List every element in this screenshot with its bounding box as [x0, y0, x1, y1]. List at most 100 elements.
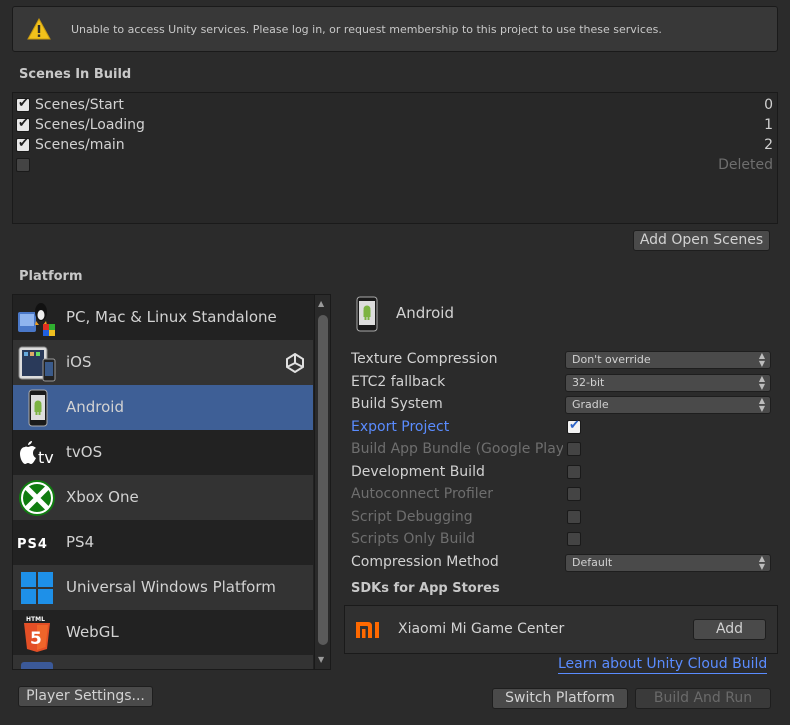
ios-device-icon — [18, 346, 56, 382]
scene-name: Scenes/Start — [35, 97, 124, 113]
setting-build-system: Build System Gradle ▲ ▼ — [351, 395, 771, 415]
scene-row-loading[interactable]: Scenes/Loading 1 — [13, 115, 777, 135]
platform-header: Platform — [19, 269, 83, 284]
platform-item-partial[interactable]: f — [13, 655, 313, 670]
platform-label: WebGL — [66, 623, 119, 641]
setting-etc2-fallback: ETC2 fallback 32-bit ▲ ▼ — [351, 373, 771, 393]
html5-icon: HTML 5 — [24, 616, 50, 652]
script-debugging-checkbox[interactable] — [567, 510, 581, 524]
svg-text:PS4: PS4 — [17, 537, 48, 552]
platform-label: PS4 — [66, 533, 95, 551]
setting-texture-compression: Texture Compression Don't override ▲ ▼ — [351, 350, 771, 370]
platform-item-ps4[interactable]: PS4 PS4 — [13, 520, 313, 565]
android-device-icon — [28, 389, 48, 427]
build-system-dropdown[interactable]: Gradle ▲ ▼ — [565, 396, 771, 414]
sdk-xiaomi-row: Xiaomi Mi Game Center Add — [344, 605, 778, 654]
setting-compression-method: Compression Method Default ▲ ▼ — [351, 553, 771, 573]
setting-development-build: Development Build — [351, 463, 771, 483]
facebook-icon: f — [21, 662, 53, 670]
platform-item-xbox[interactable]: Xbox One — [13, 475, 313, 520]
setting-label: Build App Bundle (Google Play) — [351, 441, 563, 457]
scenes-list[interactable]: Scenes/Start 0 Scenes/Loading 1 Scenes/m… — [12, 92, 778, 224]
services-warning-bar: Unable to access Unity services. Please … — [12, 6, 778, 52]
scene-checkbox[interactable] — [16, 96, 30, 112]
export-project-checkbox[interactable] — [567, 418, 581, 434]
platform-item-ios[interactable]: iOS — [13, 340, 313, 385]
setting-label: Development Build — [351, 464, 485, 480]
scene-checkbox[interactable] — [16, 136, 30, 152]
warning-icon — [27, 18, 51, 40]
platform-label: Universal Windows Platform — [66, 578, 276, 596]
unity-logo-icon — [286, 353, 304, 373]
scene-row-start[interactable]: Scenes/Start 0 — [13, 95, 777, 115]
sdk-name: Xiaomi Mi Game Center — [398, 621, 565, 637]
windows-icon — [21, 572, 53, 604]
setting-label: Build System — [351, 396, 443, 412]
platform-label: tvOS — [66, 443, 103, 461]
updown-arrows-icon: ▲ ▼ — [758, 351, 765, 368]
cloud-build-link[interactable]: Learn about Unity Cloud Build — [558, 656, 768, 674]
ps4-icon: PS4 — [17, 537, 48, 552]
warning-message: Unable to access Unity services. Please … — [71, 23, 662, 36]
platform-item-webgl[interactable]: HTML 5 WebGL — [13, 610, 313, 655]
scene-index: 1 — [764, 117, 773, 133]
scrollbar-thumb[interactable] — [318, 315, 328, 645]
dropdown-value: 32-bit — [572, 376, 605, 389]
setting-script-debugging: Script Debugging — [351, 508, 771, 528]
platform-label: PC, Mac & Linux Standalone — [66, 308, 277, 326]
compression-method-dropdown[interactable]: Default ▲ ▼ — [565, 554, 771, 572]
switch-platform-button[interactable]: Switch Platform — [492, 688, 628, 709]
player-settings-button[interactable]: Player Settings... — [18, 686, 153, 707]
scene-name: Scenes/Loading — [35, 117, 145, 133]
setting-export-project: Export Project — [351, 418, 771, 438]
setting-label: Scripts Only Build — [351, 531, 476, 547]
scene-name: Scenes/main — [35, 137, 125, 153]
platform-list[interactable]: PC, Mac & Linux Standalone iOS Android t… — [12, 294, 331, 670]
platform-item-standalone[interactable]: PC, Mac & Linux Standalone — [13, 295, 313, 340]
platform-label: Android — [66, 398, 124, 416]
scroll-down-arrow-icon[interactable]: ▼ — [318, 655, 324, 664]
autoconnect-profiler-checkbox[interactable] — [567, 487, 581, 501]
etc2-fallback-dropdown[interactable]: 32-bit ▲ ▼ — [565, 374, 771, 392]
platform-list-scrollbar[interactable]: ▲ ▼ — [314, 295, 330, 669]
add-sdk-button[interactable]: Add — [693, 619, 766, 640]
scroll-up-arrow-icon[interactable]: ▲ — [318, 299, 324, 308]
svg-text:tv: tv — [38, 448, 54, 467]
updown-arrows-icon: ▲ ▼ — [758, 374, 765, 391]
scene-deleted-label: Deleted — [718, 157, 773, 173]
sdks-header: SDKs for App Stores — [351, 581, 500, 596]
dropdown-value: Default — [572, 556, 613, 569]
setting-label: ETC2 fallback — [351, 374, 446, 390]
updown-arrows-icon: ▲ ▼ — [758, 396, 765, 413]
scene-row-deleted[interactable]: Deleted — [13, 155, 777, 175]
apple-tv-icon: tv — [20, 441, 54, 467]
platform-item-tvos[interactable]: tv tvOS — [13, 430, 313, 475]
svg-text:HTML: HTML — [26, 616, 45, 623]
setting-label: Compression Method — [351, 554, 499, 570]
texture-compression-dropdown[interactable]: Don't override ▲ ▼ — [565, 351, 771, 369]
svg-text:5: 5 — [30, 629, 42, 649]
development-build-checkbox[interactable] — [567, 465, 581, 479]
setting-scripts-only-build: Scripts Only Build — [351, 530, 771, 550]
build-app-bundle-checkbox[interactable] — [567, 442, 581, 456]
scene-checkbox[interactable] — [16, 116, 30, 132]
standalone-icon — [18, 303, 55, 336]
add-open-scenes-button[interactable]: Add Open Scenes — [633, 230, 770, 251]
scene-row-main[interactable]: Scenes/main 2 — [13, 135, 777, 155]
scene-index: 0 — [764, 97, 773, 113]
setting-label: Autoconnect Profiler — [351, 486, 494, 502]
scene-index: 2 — [764, 137, 773, 153]
xbox-icon — [19, 480, 55, 516]
android-device-icon — [356, 296, 378, 332]
setting-build-app-bundle: Build App Bundle (Google Play) — [351, 440, 771, 460]
platform-item-uwp[interactable]: Universal Windows Platform — [13, 565, 313, 610]
dropdown-value: Gradle — [572, 398, 609, 411]
build-and-run-button[interactable]: Build And Run — [635, 688, 771, 709]
platform-label: iOS — [66, 353, 92, 371]
scene-checkbox[interactable] — [16, 158, 30, 172]
scenes-in-build-header: Scenes In Build — [19, 67, 132, 82]
scripts-only-build-checkbox[interactable] — [567, 532, 581, 546]
setting-autoconnect-profiler: Autoconnect Profiler — [351, 485, 771, 505]
platform-item-android[interactable]: Android — [13, 385, 313, 430]
svg-text:f: f — [33, 666, 44, 670]
